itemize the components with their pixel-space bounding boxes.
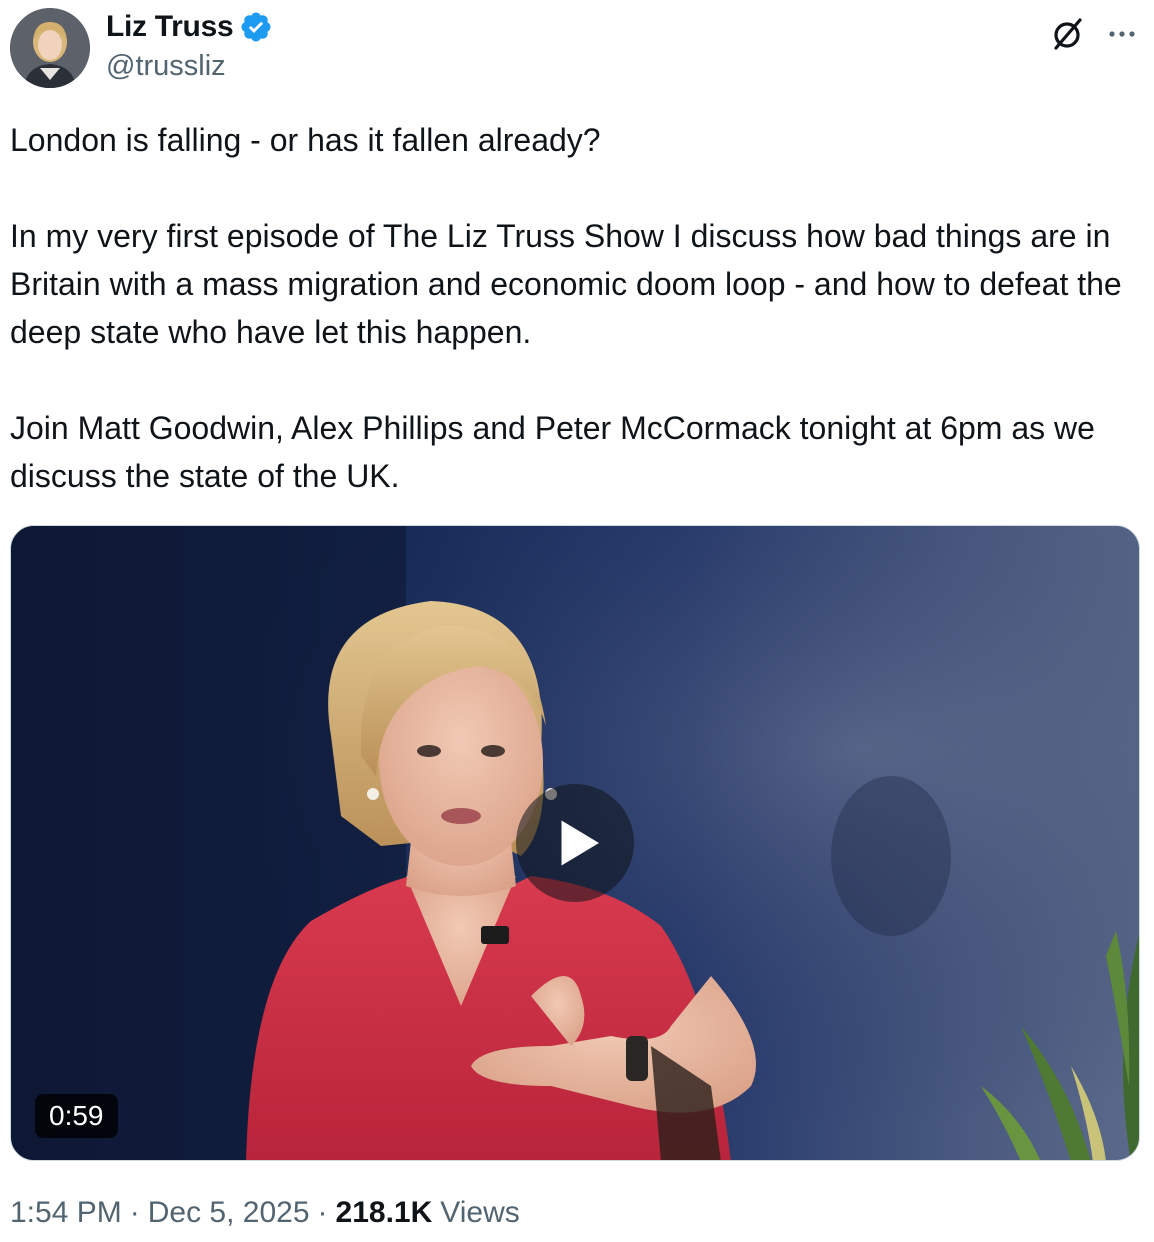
meta-separator: · (129, 1196, 140, 1229)
tweet-paragraph: Join Matt Goodwin, Alex Phillips and Pet… (10, 410, 1095, 494)
views-count[interactable]: 218.1K (336, 1196, 433, 1230)
views-label[interactable]: Views (440, 1196, 519, 1230)
tweet-text: London is falling - or has it fallen alr… (10, 116, 1150, 500)
author-avatar[interactable] (10, 8, 90, 88)
video-player[interactable]: 0:59 (10, 525, 1140, 1161)
tweet-paragraph: In my very first episode of The Liz Trus… (10, 218, 1122, 350)
play-button[interactable] (516, 784, 634, 902)
more-options-icon[interactable] (1102, 14, 1142, 54)
author-name-row: Liz Truss (106, 8, 273, 46)
author-handle[interactable]: @trussliz (106, 50, 226, 83)
tweet-paragraph: London is falling - or has it fallen alr… (10, 122, 601, 158)
avatar-image (10, 8, 90, 88)
video-duration-badge: 0:59 (35, 1094, 118, 1138)
tweet-date[interactable]: Dec 5, 2025 (148, 1196, 310, 1230)
play-icon (561, 820, 599, 866)
author-name[interactable]: Liz Truss (106, 10, 234, 44)
meta-separator: · (317, 1196, 328, 1229)
verified-badge-icon[interactable] (239, 10, 273, 44)
tweet-meta: 1:54 PM · Dec 5, 2025 · 218.1K Views (10, 1196, 520, 1230)
grok-icon[interactable] (1048, 14, 1088, 54)
tweet-time[interactable]: 1:54 PM (10, 1196, 122, 1230)
tweet: Liz Truss @trussliz London is falling - … (0, 0, 1154, 1242)
